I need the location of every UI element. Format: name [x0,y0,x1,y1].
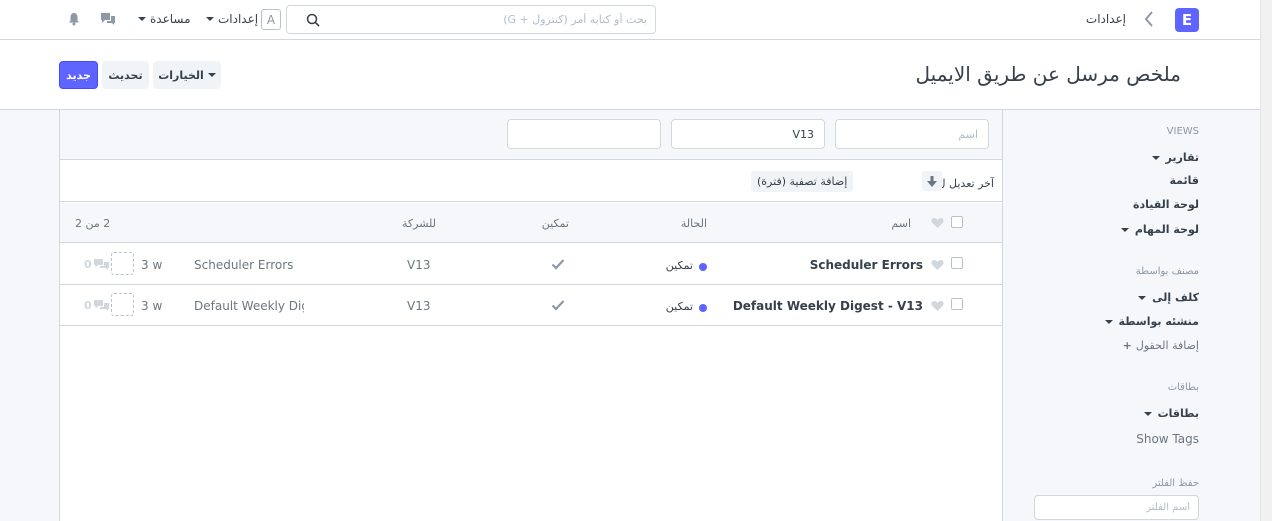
chevron-down-icon [1143,412,1152,416]
add-filter-button[interactable]: إضافة تصفية (فترة) [751,171,854,192]
sort-selector[interactable]: آخر تعديل ل [938,177,994,190]
help-caret-icon [138,17,146,21]
assignee-avatar-placeholder [111,252,134,275]
views-heading: VIEWS [1166,126,1199,137]
heart-icon[interactable] [931,300,944,312]
check-icon [551,300,565,311]
save-filter-heading: حفظ الفلتر [1152,478,1199,489]
filter-name-input[interactable] [1034,495,1199,520]
sidebar-item-label: كلف إلى [1152,291,1199,304]
row-subject: Default Weekly Digest [194,299,304,313]
navbar: E إعدادات A إعدادات مساعدة [0,0,1272,40]
chevron-down-icon [1104,320,1113,324]
sidebar-item-label: إضافة الحقول [1135,339,1199,352]
heart-icon[interactable] [931,259,944,271]
search-bar[interactable] [286,5,656,34]
chevron-down-icon [1120,228,1129,232]
sidebar-item-kanban[interactable]: لوحة المهام [1120,223,1199,236]
select-all-checkbox[interactable] [951,216,963,228]
new-button[interactable]: جديد [59,61,98,89]
sidebar-item-dashboard[interactable]: لوحة القيادة [1133,198,1199,211]
app-logo[interactable]: E [1175,8,1199,32]
row-company[interactable]: V13 [407,299,430,313]
refresh-button[interactable]: تحديث [102,61,149,89]
row-modified: 3 w [141,299,163,313]
chat-icon[interactable] [100,12,116,26]
bell-icon[interactable] [68,12,80,26]
sort-order-button[interactable] [922,171,942,191]
status-badge[interactable]: تمكين [666,300,693,313]
sort-filter-band: آخر تعديل ل إضافة تصفية (فترة) [60,161,1002,202]
page-title: ملخص مرسل عن طريق الايميل [915,62,1181,86]
row-name-link[interactable]: Scheduler Errors [810,258,923,272]
sidebar-item-add-fields[interactable]: إضافة الحقول+ [1123,339,1199,352]
name-filter-input[interactable] [835,119,989,149]
standard-filters [60,110,1002,160]
extra-filter-input[interactable] [507,119,661,149]
col-name: اسم [891,217,911,230]
classified-heading: مصنف بواسطة [1135,266,1199,277]
status-indicator-icon [699,304,707,312]
row-modified: 3 w [141,258,163,272]
sidebar-item-assigned-to[interactable]: كلف إلى [1138,291,1199,304]
sidebar-item-label: لوحة المهام [1134,223,1199,236]
chevron-down-icon [1138,296,1147,300]
sidebar-item-reports[interactable]: تقارير [1151,151,1199,164]
sidebar-item-list[interactable]: قائمة [1169,174,1199,187]
settings-dropdown[interactable]: إعدادات [218,12,258,26]
status-indicator-icon [699,263,707,271]
avatar[interactable]: A [261,9,281,30]
comment-icon [94,300,109,311]
show-tags-link[interactable]: Show Tags [1136,432,1199,446]
heart-icon[interactable] [931,217,944,229]
tags-heading: بطاقات [1167,382,1199,393]
assignee-avatar-placeholder [111,293,134,316]
list-header: اسم الحالة تمكين للشركة 2 من 2 [60,203,1002,243]
company-filter-input[interactable] [671,119,825,149]
options-caret-icon [207,73,216,77]
list-count: 2 من 2 [75,217,111,230]
search-icon [306,13,320,27]
table-row[interactable]: Scheduler Errors تمكين V13 Scheduler Err… [60,244,1002,285]
row-checkbox[interactable] [951,257,963,269]
chevron-left-icon [1144,10,1154,32]
page-head: ملخص مرسل عن طريق الايميل الخيارات تحديث… [0,40,1260,110]
sidebar-item-created-by[interactable]: منشئه بواسطة [1104,315,1200,328]
sidebar: VIEWS تقارير قائمة لوحة القيادة لوحة الم… [1003,110,1260,521]
col-company: للشركة [401,217,436,230]
sidebar-item-tags[interactable]: بطاقات [1143,407,1199,420]
plus-icon: + [1122,339,1132,352]
comment-icon [94,259,109,270]
status-badge[interactable]: تمكين [666,259,693,272]
sidebar-item-label: بطاقات [1157,407,1199,420]
sidebar-item-label: تقارير [1165,151,1199,164]
col-status: الحالة [680,217,707,230]
col-enabled: تمكين [541,217,569,230]
sidebar-item-label: منشئه بواسطة [1118,315,1200,328]
check-icon [551,259,565,270]
search-input[interactable] [331,9,647,30]
row-company[interactable]: V13 [407,258,430,272]
comment-count: 0 [84,258,92,271]
help-dropdown[interactable]: مساعدة [150,12,191,26]
row-subject: Scheduler Errors [194,258,294,272]
row-checkbox[interactable] [951,298,963,310]
scrollbar[interactable] [1260,0,1272,521]
sort-down-icon [927,175,937,187]
breadcrumb[interactable]: إعدادات [1086,12,1126,26]
list-frame: آخر تعديل ل إضافة تصفية (فترة) اسم الحال… [59,110,1003,521]
row-name-link[interactable]: Default Weekly Digest - V13 [733,299,923,313]
options-button[interactable]: الخيارات [153,61,221,89]
table-row[interactable]: Default Weekly Digest - V13 تمكين V13 De… [60,285,1002,326]
comment-count: 0 [84,299,92,312]
chevron-down-icon [1151,156,1160,160]
options-label: الخيارات [158,68,204,82]
settings-caret-icon [206,17,214,21]
